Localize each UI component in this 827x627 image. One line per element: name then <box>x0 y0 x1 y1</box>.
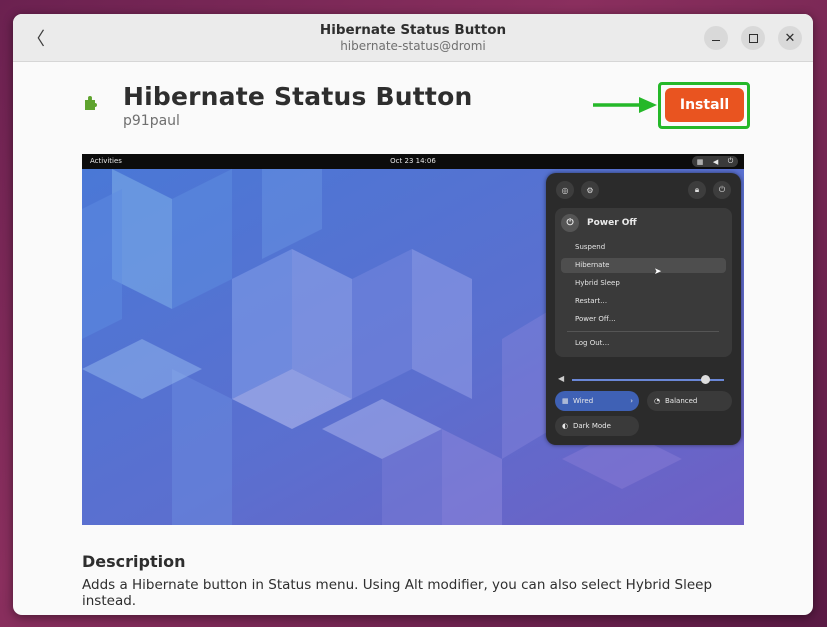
description-heading: Description <box>82 552 186 571</box>
menu-item-suspend[interactable]: Suspend <box>561 240 726 255</box>
dark-mode-toggle[interactable]: ◐ Dark Mode <box>555 416 639 436</box>
window-title: Hibernate Status Button <box>319 22 507 38</box>
main-content: Hibernate Status Button p91paul Install … <box>13 62 813 615</box>
menu-divider <box>567 331 719 332</box>
menu-item-restart[interactable]: Restart… <box>561 294 726 309</box>
preview-clock: Oct 23 14:06 <box>390 157 436 165</box>
menu-item-hibernate[interactable]: Hibernate <box>561 258 726 273</box>
app-name: Hibernate Status Button <box>123 82 473 111</box>
chevron-right-icon: › <box>630 397 633 405</box>
arrow-right-icon <box>593 97 657 113</box>
close-icon: ✕ <box>784 30 796 46</box>
close-button[interactable]: ✕ <box>778 26 802 50</box>
volume-icon: ◀ <box>558 374 565 383</box>
mouse-cursor-icon: ➤ <box>654 267 662 277</box>
power-mode-toggle[interactable]: ◔ Balanced <box>647 391 732 411</box>
preview-topbar: Activities Oct 23 14:06 ▦ ◀ ⏻ <box>82 154 744 169</box>
power-mode-icon: ◔ <box>654 397 661 405</box>
menu-item-power-off[interactable]: Power Off… <box>561 312 726 327</box>
install-button[interactable]: Install <box>665 88 744 122</box>
network-icon: ▦ <box>696 157 704 166</box>
settings-icon[interactable]: ⚙ <box>581 181 599 199</box>
power-icon: ⏻ <box>727 157 734 165</box>
quick-settings-panel: ◎ ⚙ 🔒︎ ⏻ ⏻ Power Off Suspend Hibernate H… <box>546 173 741 445</box>
window-subtitle: hibernate-status@dromi <box>340 39 486 53</box>
screenshot-icon[interactable]: ◎ <box>556 181 574 199</box>
network-icon: ▦ <box>562 397 569 405</box>
app-window: 〈 Hibernate Status Button hibernate-stat… <box>13 14 813 615</box>
puzzle-piece-icon <box>85 96 97 110</box>
menu-item-log-out[interactable]: Log Out… <box>561 336 726 351</box>
preview-status-icons: ▦ ◀ ⏻ <box>692 156 738 167</box>
app-author: p91paul <box>123 113 180 129</box>
wired-toggle[interactable]: ▦ Wired › <box>555 391 639 411</box>
header-bar: 〈 Hibernate Status Button hibernate-stat… <box>13 14 813 62</box>
wired-label: Wired <box>573 397 594 405</box>
power-icon: ⏻ <box>561 214 579 232</box>
lock-icon[interactable]: 🔒︎ <box>688 181 706 199</box>
power-menu-header: ⏻ Power Off <box>561 214 637 232</box>
maximize-icon <box>748 33 758 43</box>
dark-mode-label: Dark Mode <box>573 422 611 430</box>
minimize-icon <box>712 39 720 42</box>
minimize-button[interactable] <box>704 26 728 50</box>
extension-screenshot: Activities Oct 23 14:06 ▦ ◀ ⏻ ◎ ⚙ 🔒︎ ⏻ ⏻… <box>82 154 744 525</box>
volume-slider-handle[interactable] <box>701 375 711 384</box>
dark-mode-icon: ◐ <box>562 422 569 430</box>
balanced-label: Balanced <box>665 397 698 405</box>
power-menu-title: Power Off <box>587 218 637 228</box>
description-text: Adds a Hibernate button in Status menu. … <box>82 577 713 609</box>
menu-item-hybrid-sleep[interactable]: Hybrid Sleep <box>561 276 726 291</box>
volume-icon: ◀ <box>712 157 719 166</box>
power-menu: ⏻ Power Off Suspend Hibernate Hybrid Sle… <box>555 208 732 357</box>
maximize-button[interactable] <box>741 26 765 50</box>
power-icon[interactable]: ⏻ <box>713 181 731 199</box>
